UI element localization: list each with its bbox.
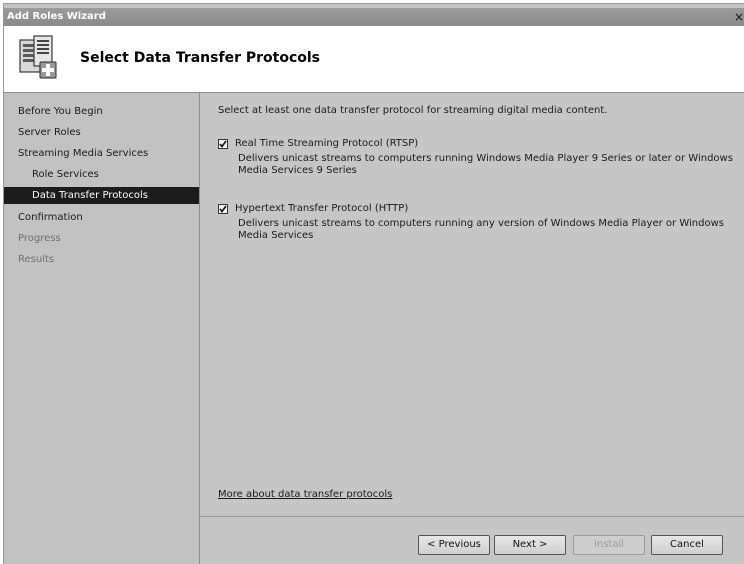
install-button: Install (573, 535, 645, 555)
nav-item-streaming-media-services[interactable]: Streaming Media Services (4, 145, 199, 162)
nav-item-server-roles[interactable]: Server Roles (4, 124, 199, 141)
button-bar: < Previous Next > Install Cancel (200, 516, 744, 564)
http-label[interactable]: Hypertext Transfer Protocol (HTTP) (235, 203, 408, 214)
close-icon[interactable]: × (734, 10, 744, 24)
add-roles-wizard-window: Add Roles Wizard × Select Data Transfer … (4, 4, 744, 564)
nav-item-before-you-begin[interactable]: Before You Begin (4, 103, 199, 120)
checkmark-icon (219, 205, 227, 213)
server-roles-add-icon (19, 35, 57, 79)
rtsp-label[interactable]: Real Time Streaming Protocol (RTSP) (235, 138, 418, 149)
content-pane: Select at least one data transfer protoc… (200, 93, 744, 515)
rtsp-description: Delivers unicast streams to computers ru… (238, 153, 733, 176)
more-about-protocols-link[interactable]: More about data transfer protocols (218, 489, 392, 500)
wizard-nav: Before You Begin Server Roles Streaming … (4, 93, 200, 564)
window-title: Add Roles Wizard (7, 11, 106, 22)
nav-item-results: Results (18, 254, 55, 265)
next-button[interactable]: Next > (494, 535, 566, 555)
rtsp-checkbox[interactable] (218, 139, 228, 149)
nav-item-data-transfer-protocols[interactable]: Data Transfer Protocols (4, 187, 199, 204)
title-bar: Add Roles Wizard × (4, 8, 744, 26)
cancel-button[interactable]: Cancel (651, 535, 723, 555)
checkmark-icon (219, 140, 227, 148)
nav-item-confirmation[interactable]: Confirmation (4, 209, 199, 226)
page-title: Select Data Transfer Protocols (80, 50, 320, 66)
nav-item-role-services[interactable]: Role Services (4, 166, 199, 183)
http-checkbox[interactable] (218, 204, 228, 214)
intro-text: Select at least one data transfer protoc… (218, 105, 608, 116)
wizard-header: Select Data Transfer Protocols (4, 26, 744, 93)
http-description: Delivers unicast streams to computers ru… (238, 218, 724, 241)
previous-button[interactable]: < Previous (418, 535, 490, 555)
nav-item-progress: Progress (18, 233, 61, 244)
